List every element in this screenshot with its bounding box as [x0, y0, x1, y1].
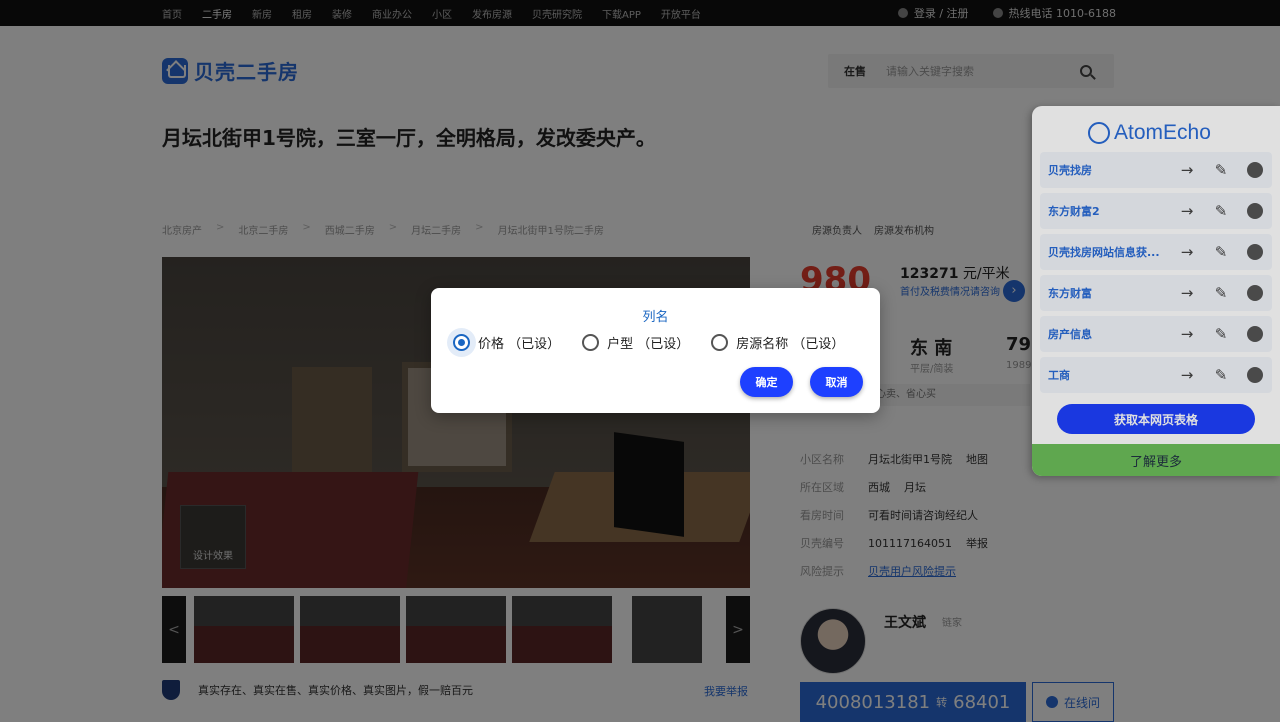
pencil-icon[interactable]: ✎ — [1204, 202, 1238, 220]
panel-item[interactable]: 东方财富 → ✎ — [1040, 275, 1272, 311]
bulb-icon[interactable] — [1247, 326, 1263, 342]
panel-item[interactable]: 贝壳找房网站信息获... → ✎ — [1040, 234, 1272, 270]
arrow-right-icon[interactable]: → — [1170, 243, 1204, 261]
bulb-icon[interactable] — [1247, 285, 1263, 301]
column-name-dialog: 列名 价格 （已设） 户型 （已设） 房源名称 （已设） 确定 取消 — [431, 288, 880, 413]
panel-item[interactable]: 东方财富2 → ✎ — [1040, 193, 1272, 229]
panel-item[interactable]: 贝壳找房 → ✎ — [1040, 152, 1272, 188]
arrow-right-icon[interactable]: → — [1170, 325, 1204, 343]
learn-more-button[interactable]: 了解更多 — [1032, 444, 1280, 476]
cancel-button[interactable]: 取消 — [810, 367, 863, 397]
panel-item[interactable]: 工商 → ✎ — [1040, 357, 1272, 393]
atomecho-icon — [1088, 122, 1110, 144]
pencil-icon[interactable]: ✎ — [1204, 325, 1238, 343]
dialog-title: 列名 — [642, 310, 669, 325]
atomecho-brand: AtomEcho — [1114, 121, 1211, 144]
confirm-button[interactable]: 确定 — [740, 367, 793, 397]
radio-unchecked-icon[interactable] — [711, 333, 729, 351]
pencil-icon[interactable]: ✎ — [1204, 161, 1238, 179]
arrow-right-icon[interactable]: → — [1170, 366, 1204, 384]
bulb-icon[interactable] — [1247, 244, 1263, 260]
bulb-icon[interactable] — [1247, 367, 1263, 383]
fetch-table-button[interactable]: 获取本网页表格 — [1057, 404, 1255, 434]
arrow-right-icon[interactable]: → — [1170, 202, 1204, 220]
bulb-icon[interactable] — [1247, 203, 1263, 219]
radio-layout[interactable]: 户型 （已设） — [582, 330, 689, 354]
column-radio-group: 价格 （已设） 户型 （已设） 房源名称 （已设） — [453, 330, 866, 354]
arrow-right-icon[interactable]: → — [1170, 161, 1204, 179]
arrow-right-icon[interactable]: → — [1170, 284, 1204, 302]
panel-list: 贝壳找房 → ✎ 东方财富2 → ✎ 贝壳找房网站信息获... → ✎ 东方财富… — [1040, 152, 1272, 398]
radio-unchecked-icon[interactable] — [582, 333, 600, 351]
pencil-icon[interactable]: ✎ — [1204, 243, 1238, 261]
atomecho-logo: AtomEcho — [1088, 116, 1211, 150]
panel-item[interactable]: 房产信息 → ✎ — [1040, 316, 1272, 352]
radio-price[interactable]: 价格 （已设） — [453, 330, 560, 354]
radio-listing-name[interactable]: 房源名称 （已设） — [711, 330, 844, 354]
bulb-icon[interactable] — [1247, 162, 1263, 178]
pencil-icon[interactable]: ✎ — [1204, 366, 1238, 384]
radio-checked-icon[interactable] — [453, 333, 470, 351]
pencil-icon[interactable]: ✎ — [1204, 284, 1238, 302]
atomecho-panel: AtomEcho 贝壳找房 → ✎ 东方财富2 → ✎ 贝壳找房网站信息获...… — [1032, 106, 1280, 476]
